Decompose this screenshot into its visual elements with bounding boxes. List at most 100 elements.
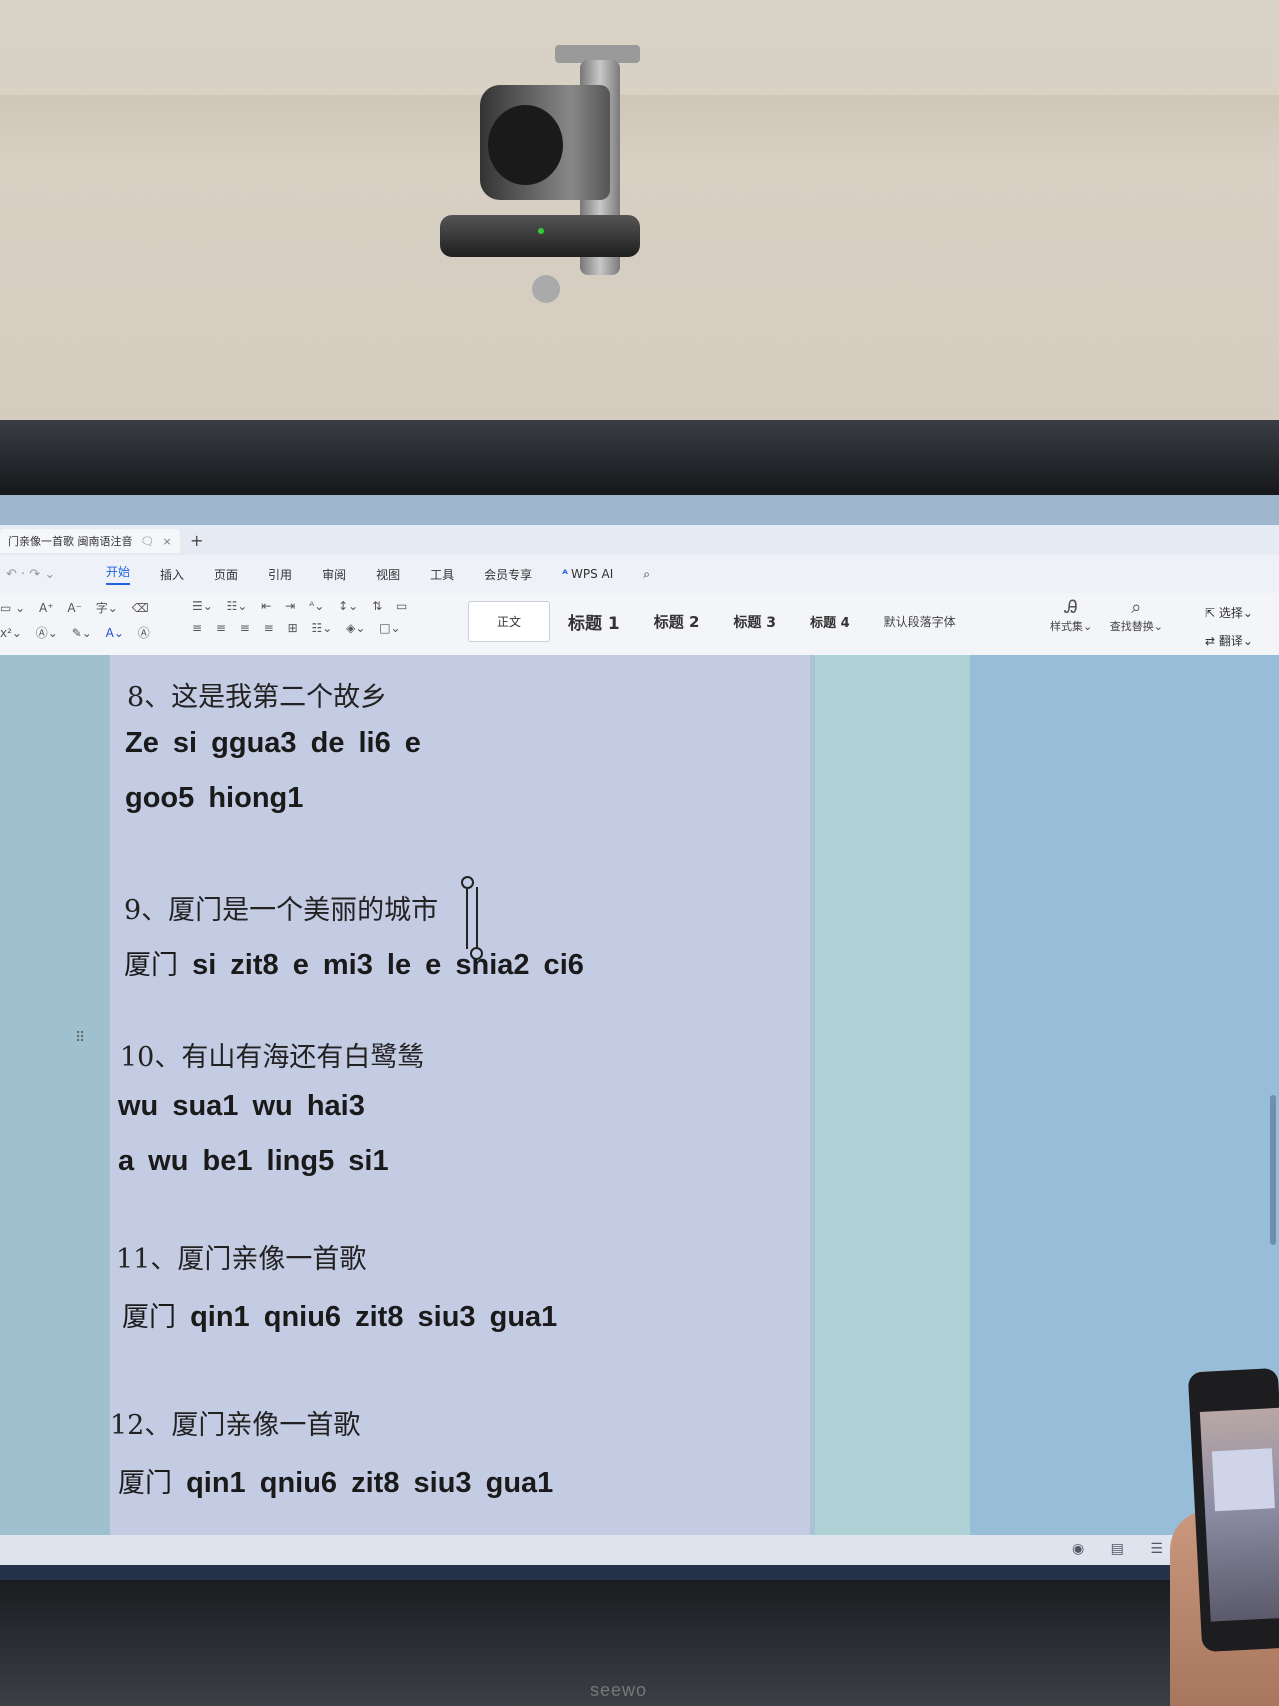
phone-screen-document: [1211, 1448, 1275, 1512]
phone-camera-view: [1199, 1407, 1279, 1622]
tab-view[interactable]: 视图: [376, 566, 400, 583]
tab-page[interactable]: 页面: [214, 566, 238, 583]
vertical-scrollbar[interactable]: [1270, 1095, 1276, 1245]
clear-format-icon[interactable]: ⌫: [132, 601, 149, 615]
style-set-button[interactable]: Ꭿ 样式集⌄: [1050, 597, 1092, 634]
wps-ai-label: WPS AI: [570, 567, 614, 581]
find-replace-label: 查找替换: [1109, 620, 1154, 633]
close-icon[interactable]: ×: [162, 535, 171, 548]
superscript-icon[interactable]: x²⌄: [0, 626, 22, 640]
style-heading-3[interactable]: 标题 3: [733, 612, 776, 632]
style-heading-2[interactable]: 标题 2: [654, 611, 700, 632]
paragraph-controls: ☰⌄ ☷⌄ ⇤ ⇥ ᴬ⌄ ↕⌄ ⇅ ▭ ≡ ≡ ≡ ≡ ⊞ ☷⌄ ◈⌄ □⌄: [192, 599, 417, 635]
undo-redo-icons[interactable]: ↶ · ↷ ⌄: [0, 567, 106, 582]
right-margin: [815, 655, 970, 1535]
align-right-icon[interactable]: ≡: [240, 621, 250, 635]
line-8-chinese: 8、这是我第二个故乡: [127, 682, 388, 713]
document-tab[interactable]: 门亲像一首歌 闽南语注音 🗨 ×: [0, 529, 180, 553]
shrink-font-icon[interactable]: A⁻: [67, 601, 82, 615]
tab-tools[interactable]: 工具: [430, 566, 454, 583]
shading-icon[interactable]: ◈⌄: [346, 621, 365, 635]
style-set-label: 样式集: [1050, 620, 1083, 633]
text-cursor: [466, 887, 478, 949]
taskbar: [0, 1565, 1279, 1580]
line-12-romanization-text: qin1 qniu6 zit8 siu3 gua1: [186, 1467, 554, 1499]
select-button[interactable]: ⇱ 选择⌄: [1205, 599, 1253, 627]
decrease-indent-icon[interactable]: ⇤: [261, 599, 271, 613]
document-area: 8、这是我第二个故乡 Ze si ggua3 de li6 e goo5 hio…: [0, 655, 1279, 1535]
drag-handle-icon[interactable]: ⠿: [75, 1030, 85, 1046]
tab-start[interactable]: 开始: [106, 563, 131, 585]
justify-icon[interactable]: ≡: [264, 621, 274, 635]
ribbon-tabs: ↶ · ↷ ⌄ 开始 插入 页面 引用 审阅 视图 工具 会员专享 ᴬ WPS A…: [0, 555, 1279, 593]
find-replace-button[interactable]: ⌕ 查找替换⌄: [1110, 597, 1163, 634]
outline-view-icon[interactable]: ☰: [1150, 1541, 1163, 1557]
tab-review[interactable]: 审阅: [322, 566, 346, 583]
spacing-icon[interactable]: ☷⌄: [311, 621, 332, 635]
ceiling-camera: [440, 45, 650, 325]
line-9-romanization: 厦门 si zit8 e mi3 le e snia2 ci6: [124, 943, 584, 982]
line-10-romanization-b: a wu be1 ling5 si1: [118, 1145, 389, 1177]
line-11-romanization-text: qin1 qniu6 zit8 siu3 gua1: [190, 1301, 558, 1333]
grow-font-icon[interactable]: A⁺: [39, 601, 54, 615]
view-mode-icons: ◉ ▤ ☰: [1072, 1541, 1185, 1557]
tv-brand-logo: seewo: [590, 1680, 648, 1700]
translate-button[interactable]: ⇄ 翻译⌄: [1205, 627, 1253, 655]
ribbon-toolbar: ▭ ⌄ A⁺ A⁻ 字⌄ ⌫ x²⌄ Ⓐ⌄ ✎⌄ A⌄ Ⓐ ☰⌄ ☷⌄ ⇤ ⇥ …: [0, 593, 1279, 656]
show-marks-icon[interactable]: ▭: [396, 599, 407, 613]
text-effect-icon[interactable]: Ⓐ⌄: [36, 624, 58, 641]
tab-insert[interactable]: 插入: [160, 566, 184, 583]
smartphone: [1187, 1367, 1279, 1653]
style-set-icon: Ꭿ: [1064, 597, 1078, 618]
style-default-font[interactable]: 默认段落字体: [884, 613, 956, 630]
line-9-chinese: 9、厦门是一个美丽的城市: [124, 895, 439, 926]
wps-ai-icon: ᴬ: [562, 567, 568, 581]
eye-icon[interactable]: ◉: [1072, 1541, 1084, 1557]
sort-icon[interactable]: ⇅: [372, 599, 382, 613]
phonetic-guide-icon[interactable]: 字⌄: [96, 599, 118, 616]
distribute-icon[interactable]: ⊞: [288, 621, 298, 635]
line-11-chinese-prefix: 厦门: [122, 1302, 176, 1333]
page-view-icon[interactable]: ▤: [1111, 1541, 1124, 1557]
new-tab-button[interactable]: +: [190, 531, 203, 550]
font-color-icon[interactable]: A⌄: [106, 626, 124, 640]
line-10-romanization-a: wu sua1 wu hai3: [118, 1090, 365, 1122]
highlight-icon[interactable]: ✎⌄: [72, 626, 92, 640]
numbered-list-icon[interactable]: ☷⌄: [227, 599, 248, 613]
camera-lens: [488, 105, 563, 185]
status-bar: ◉ ▤ ☰: [0, 1535, 1279, 1565]
tab-references[interactable]: 引用: [268, 566, 292, 583]
char-shading-icon[interactable]: Ⓐ: [138, 624, 150, 641]
edit-tools: Ꭿ 样式集⌄ ⌕ 查找替换⌄: [1050, 597, 1177, 634]
cursor-handle-top[interactable]: [461, 876, 474, 889]
window-tab-bar: 门亲像一首歌 闽南语注音 🗨 × +: [0, 525, 1279, 555]
chinese-layout-icon[interactable]: ᴬ⌄: [309, 599, 324, 613]
style-heading-1[interactable]: 标题 1: [568, 609, 620, 634]
line-9-romanization-text: si zit8 e mi3 le e snia2 ci6: [192, 949, 584, 981]
style-gallery: 正文 标题 1 标题 2 标题 3 标题 4 默认段落字体: [468, 601, 956, 642]
left-margin: [0, 655, 110, 1535]
tab-member[interactable]: 会员专享: [484, 566, 532, 583]
line-8-romanization-b: goo5 hiong1: [125, 782, 304, 814]
font-size-select[interactable]: ▭ ⌄: [0, 601, 25, 615]
line-spacing-icon[interactable]: ↕⌄: [338, 599, 358, 613]
camera-knob: [532, 275, 560, 303]
align-center-icon[interactable]: ≡: [216, 621, 226, 635]
tv-screen: 门亲像一首歌 闽南语注音 🗨 × + ↶ · ↷ ⌄ 开始 插入 页面 引用 审…: [0, 495, 1279, 1580]
increase-indent-icon[interactable]: ⇥: [285, 599, 295, 613]
align-left-icon[interactable]: ≡: [192, 621, 202, 635]
magnifier-icon: ⌕: [1131, 597, 1142, 618]
comment-icon[interactable]: 🗨: [141, 535, 155, 548]
tv-bezel-top: [0, 420, 1279, 495]
select-label: 选择: [1218, 606, 1243, 620]
style-heading-4[interactable]: 标题 4: [810, 612, 850, 631]
bullet-list-icon[interactable]: ☰⌄: [192, 599, 213, 613]
font-controls: ▭ ⌄ A⁺ A⁻ 字⌄ ⌫ x²⌄ Ⓐ⌄ ✎⌄ A⌄ Ⓐ: [0, 599, 160, 641]
style-normal[interactable]: 正文: [468, 601, 551, 642]
search-icon[interactable]: ⌕: [643, 567, 650, 582]
line-12-chinese: 12、厦门亲像一首歌: [110, 1410, 361, 1441]
line-12-chinese-prefix: 厦门: [118, 1468, 172, 1499]
line-9-chinese-prefix: 厦门: [124, 950, 178, 981]
border-icon[interactable]: □⌄: [379, 621, 400, 635]
tab-wps-ai[interactable]: ᴬ WPS AI: [562, 567, 613, 581]
